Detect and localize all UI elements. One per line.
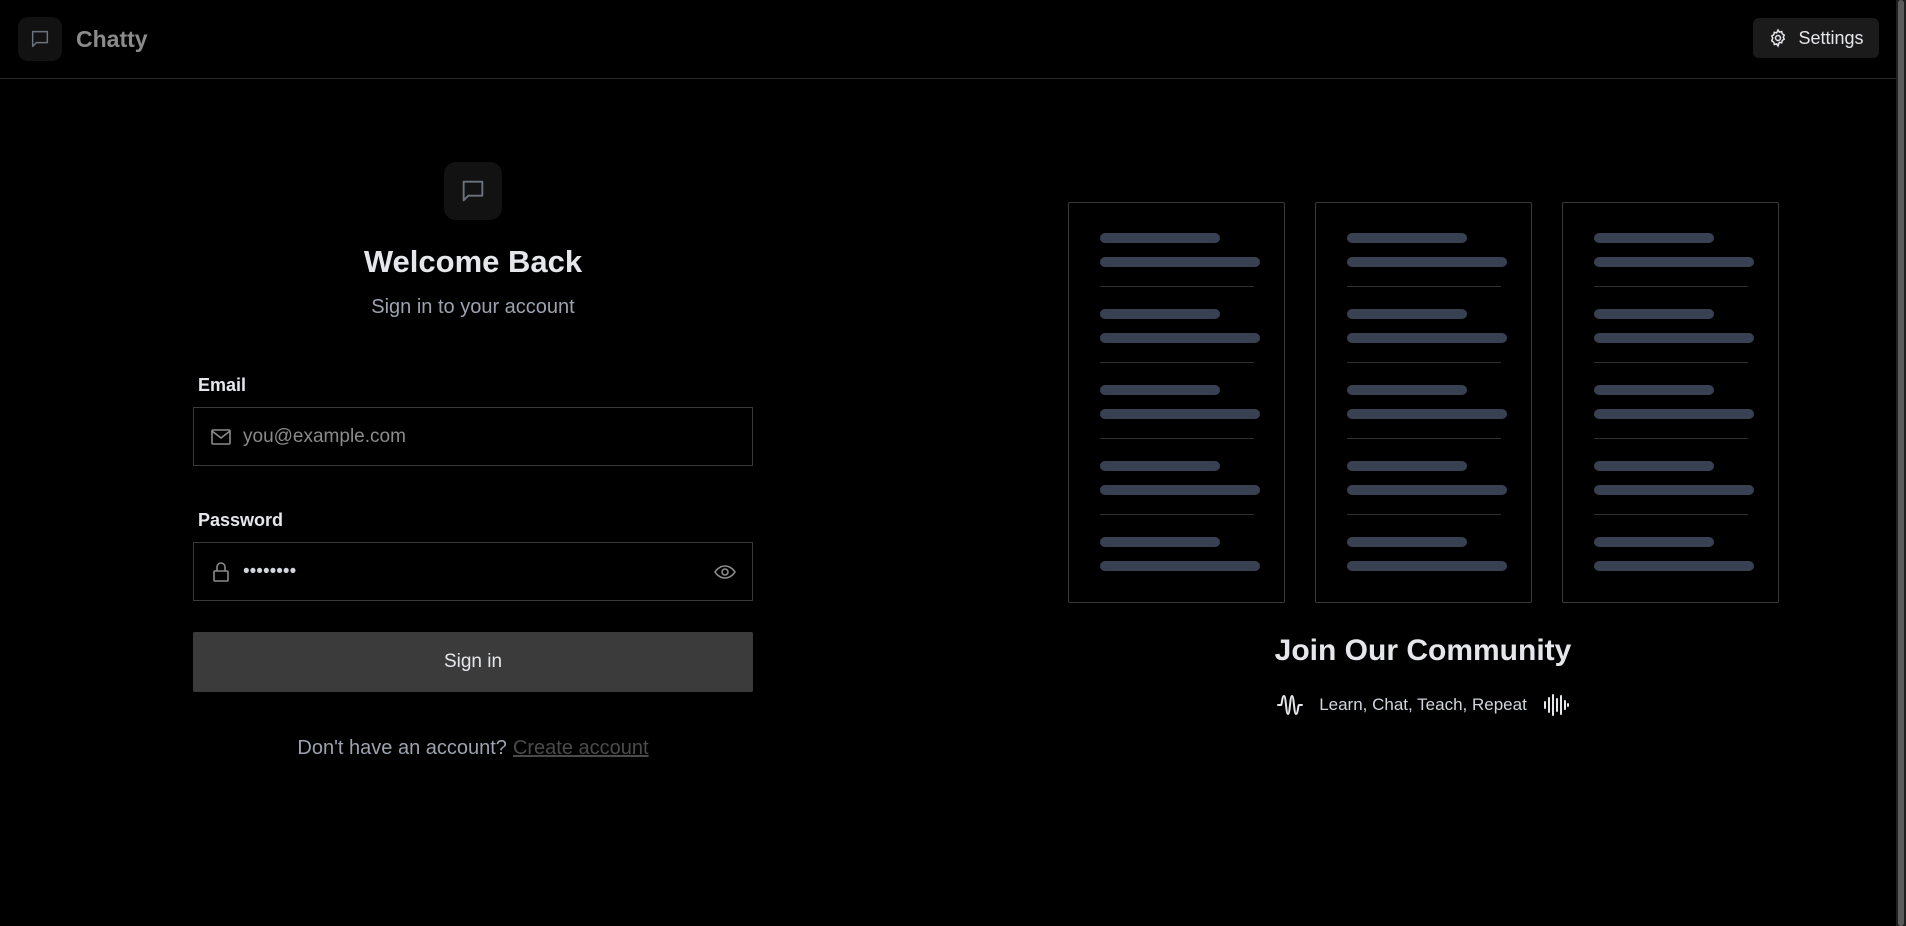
lock-icon	[209, 560, 233, 584]
sign-in-button[interactable]: Sign in	[193, 632, 753, 692]
wave-icon	[1275, 690, 1305, 720]
top-bar: Chatty Settings	[0, 0, 1896, 79]
signup-prompt: Don't have an account?	[297, 737, 507, 759]
page-subtitle: Sign in to your account	[371, 296, 575, 318]
skeleton-item	[1347, 461, 1507, 537]
message-square-icon	[18, 17, 62, 61]
tagline-text: Learn, Chat, Teach, Repeat	[1319, 695, 1527, 714]
skeleton-item	[1347, 385, 1507, 461]
eye-icon[interactable]	[712, 559, 738, 585]
skeleton-item	[1594, 233, 1754, 309]
brand-name: Chatty	[76, 25, 148, 52]
brand[interactable]: Chatty	[18, 17, 148, 61]
gear-icon	[1768, 28, 1788, 48]
settings-button[interactable]: Settings	[1753, 18, 1879, 58]
community-tagline: Learn, Chat, Teach, Repeat	[1068, 690, 1778, 720]
email-field[interactable]	[193, 407, 753, 466]
skeleton-item	[1100, 537, 1260, 613]
skeleton-item	[1100, 309, 1260, 385]
community-illustration	[1068, 202, 1779, 603]
settings-label: Settings	[1798, 27, 1864, 48]
password-label: Password	[198, 510, 284, 530]
create-account-link[interactable]: Create account	[513, 737, 649, 759]
audio-lines-icon	[1541, 690, 1571, 720]
skeleton-item	[1594, 461, 1754, 537]
skeleton-item	[1347, 537, 1507, 613]
skeleton-card	[1068, 202, 1285, 603]
email-input[interactable]	[233, 408, 752, 465]
skeleton-card	[1315, 202, 1532, 603]
password-input[interactable]	[233, 543, 712, 600]
skeleton-item	[1594, 385, 1754, 461]
page-title: Welcome Back	[363, 244, 583, 279]
password-field[interactable]	[193, 542, 753, 601]
skeleton-card	[1562, 202, 1779, 603]
email-label: Email	[198, 375, 247, 395]
message-square-icon	[444, 162, 502, 220]
community-title: Join Our Community	[1274, 634, 1572, 667]
skeleton-item	[1100, 385, 1260, 461]
scrollbar-thumb[interactable]	[1898, 0, 1904, 926]
skeleton-item	[1100, 461, 1260, 537]
skeleton-item	[1347, 233, 1507, 309]
skeleton-item	[1594, 309, 1754, 385]
mail-icon	[209, 425, 233, 449]
skeleton-item	[1100, 233, 1260, 309]
scrollbar[interactable]	[1896, 0, 1906, 926]
signup-row: Don't have an account? Create account	[193, 737, 753, 760]
skeleton-item	[1594, 537, 1754, 613]
skeleton-item	[1347, 309, 1507, 385]
